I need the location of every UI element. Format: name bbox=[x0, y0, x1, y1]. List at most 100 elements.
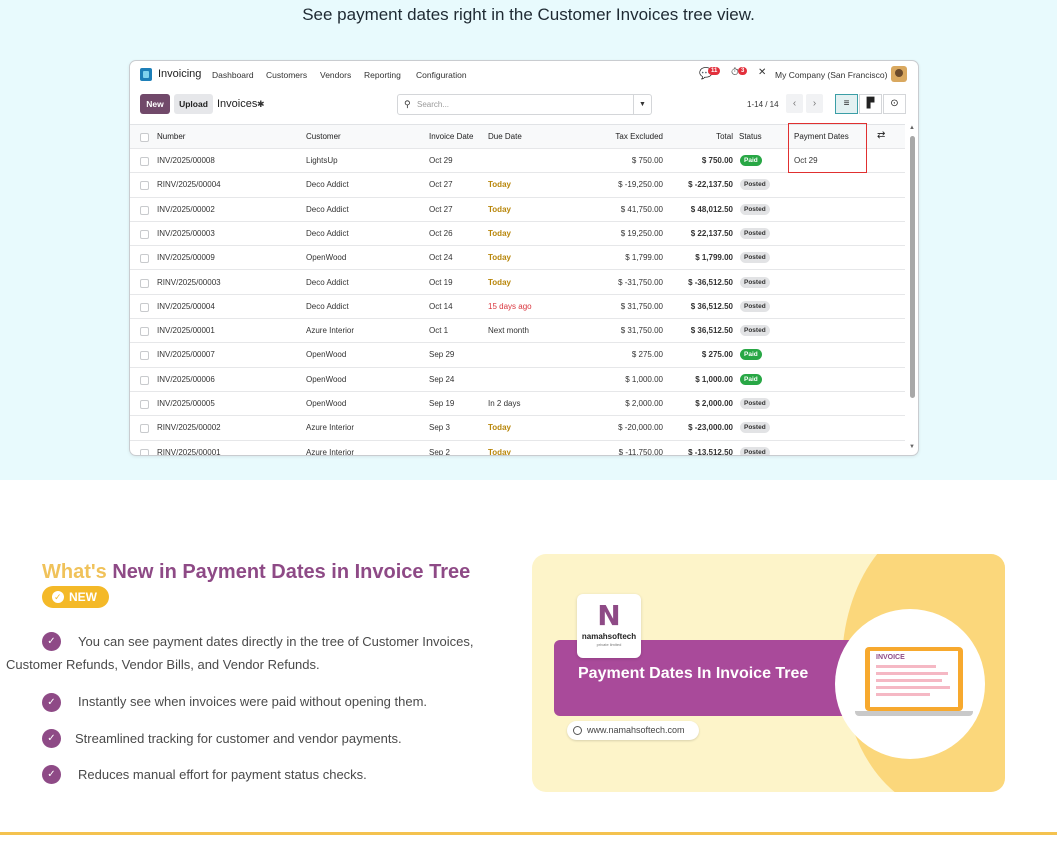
col-tax-excluded[interactable]: Tax Excluded bbox=[580, 132, 663, 141]
user-avatar[interactable] bbox=[891, 66, 907, 82]
cell-customer: Deco Addict bbox=[306, 228, 349, 238]
invoicing-app-icon[interactable] bbox=[140, 68, 152, 81]
row-checkbox[interactable] bbox=[140, 327, 149, 337]
check-icon: ✓ bbox=[42, 693, 61, 712]
pager-value[interactable]: 1-14 / 14 bbox=[747, 100, 779, 109]
col-customer[interactable]: Customer bbox=[306, 132, 341, 141]
cell-total: $ 36,512.50 bbox=[690, 301, 733, 311]
cell-invoice-date: Oct 24 bbox=[429, 253, 453, 263]
invoice-line bbox=[876, 693, 930, 696]
cell-invoice-date: Sep 29 bbox=[429, 350, 455, 360]
laptop-illustration-icon: INVOICE bbox=[865, 647, 963, 711]
cell-total: $ 36,512.50 bbox=[690, 326, 733, 336]
nav-app-name[interactable]: Invoicing bbox=[158, 68, 201, 80]
cell-due-date: Today bbox=[488, 253, 511, 263]
promo-banner: Payment Dates In Invoice Tree N namahsof… bbox=[532, 554, 1005, 792]
nav-item-dashboard[interactable]: Dashboard bbox=[212, 70, 254, 80]
kanban-view-icon[interactable]: ▛ bbox=[859, 94, 882, 114]
cell-tax-excluded: $ 275.00 bbox=[631, 350, 663, 360]
cell-number: RINV/2025/00002 bbox=[157, 423, 221, 433]
chevron-left-icon[interactable]: ‹ bbox=[786, 94, 803, 113]
search-options-toggle[interactable]: ▼ bbox=[633, 95, 651, 114]
activity-view-icon[interactable]: ⊙ bbox=[883, 94, 906, 114]
search-icon: ⚲ bbox=[404, 99, 411, 109]
upload-button[interactable]: Upload bbox=[174, 94, 213, 114]
table-row[interactable]: INV/2025/00007 OpenWood Sep 29 $ 275.00 $ 27… bbox=[130, 343, 905, 368]
cell-number: INV/2025/00008 bbox=[157, 156, 215, 165]
cell-number: INV/2025/00003 bbox=[157, 228, 215, 238]
chevron-right-icon[interactable]: › bbox=[806, 94, 823, 113]
invoice-list: Number Customer Invoice Date Due Date Ta… bbox=[130, 124, 905, 455]
nav-item-reporting[interactable]: Reporting bbox=[364, 70, 401, 80]
feature-item: Streamlined tracking for customer and ve… bbox=[75, 731, 402, 746]
list-view-icon[interactable]: ≡ bbox=[835, 94, 858, 114]
cell-total: $ 2,000.00 bbox=[695, 399, 733, 408]
invoice-label: INVOICE bbox=[876, 654, 905, 661]
website-link[interactable]: www.namahsoftech.com bbox=[567, 721, 699, 740]
row-checkbox[interactable] bbox=[140, 351, 149, 361]
laptop-screen: INVOICE bbox=[870, 651, 958, 707]
col-status[interactable]: Status bbox=[739, 132, 762, 141]
scroll-up-icon[interactable]: ▲ bbox=[909, 125, 915, 131]
scrollbar[interactable] bbox=[910, 136, 915, 398]
row-checkbox[interactable] bbox=[140, 278, 149, 288]
col-total[interactable]: Total bbox=[670, 132, 733, 141]
row-checkbox[interactable] bbox=[140, 375, 149, 385]
table-row[interactable]: RINV/2025/00003 Deco Addict Oct 19 Today $ -… bbox=[130, 271, 905, 295]
nav-item-customers[interactable]: Customers bbox=[266, 70, 307, 80]
nav-item-vendors[interactable]: Vendors bbox=[320, 70, 351, 80]
table-row[interactable]: RINV/2025/00004 Deco Addict Oct 27 Today $ -… bbox=[130, 173, 905, 198]
row-checkbox[interactable] bbox=[140, 448, 149, 455]
cell-number: INV/2025/00001 bbox=[157, 326, 215, 336]
brand-logo: N namahsoftech private limited bbox=[577, 594, 641, 658]
row-checkbox[interactable] bbox=[140, 254, 149, 264]
status-badge: Posted bbox=[740, 252, 770, 264]
table-row[interactable]: RINV/2025/00002 Azure Interior Sep 3 Today $… bbox=[130, 416, 905, 441]
table-row[interactable]: INV/2025/00003 Deco Addict Oct 26 Today $ 19… bbox=[130, 222, 905, 247]
row-checkbox[interactable] bbox=[140, 181, 149, 191]
status-badge: Paid bbox=[740, 155, 762, 166]
cell-tax-excluded: $ 2,000.00 bbox=[625, 399, 663, 408]
top-navbar: Invoicing Dashboard Customers Vendors Re… bbox=[130, 61, 918, 89]
logo-subtext: private limited bbox=[596, 642, 622, 647]
optional-columns-icon[interactable]: ⇄ bbox=[877, 130, 885, 141]
row-checkbox[interactable] bbox=[140, 400, 149, 409]
row-checkbox[interactable] bbox=[140, 229, 149, 239]
table-row[interactable]: RINV/2025/00001 Azure Interior Sep 2 Today $… bbox=[130, 441, 905, 455]
scroll-down-icon[interactable]: ▼ bbox=[909, 444, 915, 450]
new-badge: NEW bbox=[42, 586, 109, 608]
row-checkbox[interactable] bbox=[140, 205, 149, 215]
invoice-line bbox=[876, 672, 948, 675]
cell-number: RINV/2025/00004 bbox=[157, 180, 221, 190]
search-input[interactable]: Search... bbox=[417, 100, 449, 109]
cell-tax-excluded: $ 1,799.00 bbox=[625, 253, 663, 263]
table-row[interactable]: INV/2025/00002 Deco Addict Oct 27 Today $ 41… bbox=[130, 198, 905, 222]
col-due-date[interactable]: Due Date bbox=[488, 132, 522, 141]
cell-invoice-date: Sep 19 bbox=[429, 399, 455, 408]
cell-total: $ 275.00 bbox=[701, 350, 733, 360]
cell-tax-excluded: $ 31,750.00 bbox=[620, 301, 663, 311]
row-checkbox[interactable] bbox=[140, 302, 149, 312]
tools-icon[interactable]: ✕ bbox=[758, 67, 766, 78]
search-box[interactable]: ⚲ Search... ▼ bbox=[397, 94, 652, 115]
nav-item-configuration[interactable]: Configuration bbox=[416, 70, 467, 80]
cell-customer: Deco Addict bbox=[306, 277, 349, 287]
cell-due-date: In 2 days bbox=[488, 399, 521, 408]
table-row[interactable]: INV/2025/00009 OpenWood Oct 24 Today $ 1,799… bbox=[130, 246, 905, 271]
row-checkbox[interactable] bbox=[140, 424, 149, 434]
cell-due-date: Today bbox=[488, 204, 511, 214]
table-row[interactable]: INV/2025/00006 OpenWood Sep 24 $ 1,000.00 $ … bbox=[130, 368, 905, 392]
select-all-checkbox[interactable] bbox=[140, 133, 149, 142]
col-number[interactable]: Number bbox=[157, 132, 185, 141]
check-icon: ✓ bbox=[42, 729, 61, 748]
gear-icon[interactable]: ✱ bbox=[257, 99, 265, 110]
cell-invoice-date: Sep 24 bbox=[429, 374, 455, 384]
company-switcher[interactable]: My Company (San Francisco) bbox=[775, 70, 887, 80]
col-invoice-date[interactable]: Invoice Date bbox=[429, 132, 473, 141]
table-row[interactable]: INV/2025/00001 Azure Interior Oct 1 Next mo… bbox=[130, 319, 905, 344]
new-button[interactable]: New bbox=[140, 94, 170, 114]
row-checkbox[interactable] bbox=[140, 157, 149, 166]
table-row[interactable]: INV/2025/00005 OpenWood Sep 19 In 2 days $ 2… bbox=[130, 392, 905, 417]
table-row[interactable]: INV/2025/00004 Deco Addict Oct 14 15 days a… bbox=[130, 295, 905, 320]
new-badge-label: NEW bbox=[69, 590, 97, 604]
